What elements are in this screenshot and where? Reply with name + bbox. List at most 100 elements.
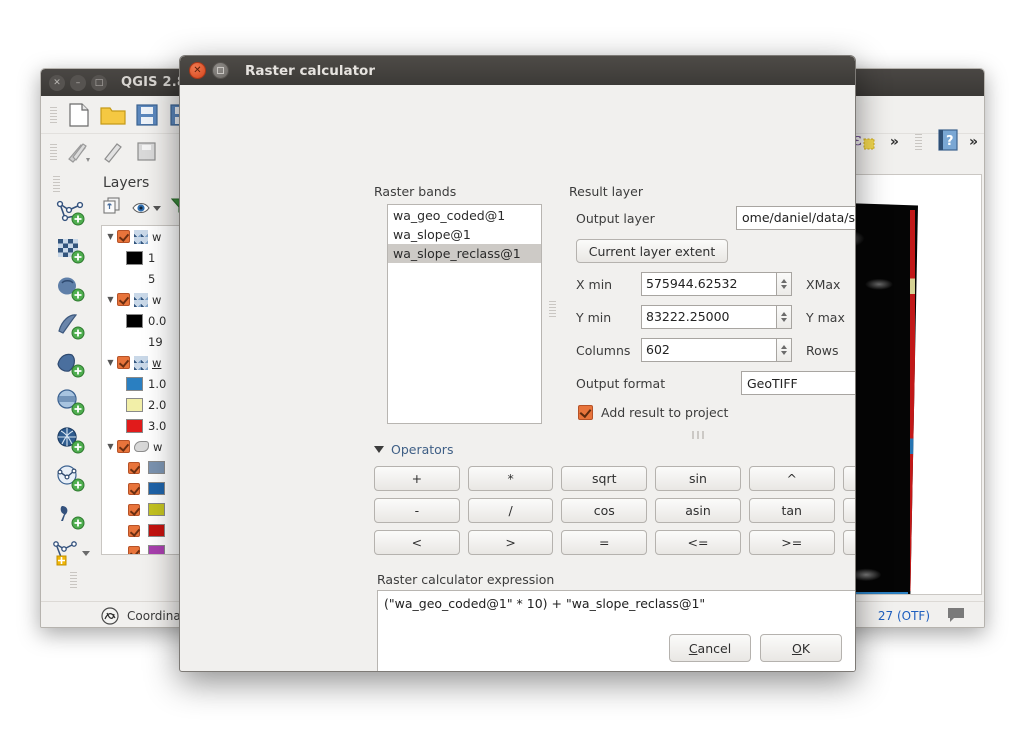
new-project-icon[interactable] bbox=[62, 100, 96, 130]
current-layer-extent-button[interactable]: Current layer extent bbox=[576, 239, 728, 263]
chevron-down-icon-2[interactable] bbox=[153, 205, 161, 211]
toolbar-grip-icon-4[interactable] bbox=[70, 572, 77, 588]
operator-button-sqrt[interactable]: sqrt bbox=[561, 466, 648, 491]
operator-button-divide[interactable]: / bbox=[467, 498, 554, 523]
operator-button-equals[interactable]: = bbox=[561, 530, 648, 555]
legend-visibility-checkbox[interactable] bbox=[128, 545, 140, 554]
dialog-splitter-handle[interactable] bbox=[687, 431, 709, 439]
operator-button-less-equal[interactable]: <= bbox=[655, 530, 741, 555]
x-min-stepper[interactable] bbox=[777, 272, 792, 296]
add-wms-layer-icon[interactable] bbox=[56, 388, 86, 420]
expander-icon[interactable]: ▼ bbox=[104, 295, 117, 304]
legend-swatch bbox=[148, 503, 165, 516]
dialog-maximize-icon[interactable] bbox=[212, 62, 229, 79]
toolbar-grip-icon[interactable] bbox=[50, 106, 57, 123]
new-shapefile-layer-icon[interactable] bbox=[52, 540, 90, 566]
crs-status-icon[interactable] bbox=[101, 606, 119, 625]
toolbar-overflow-icon[interactable]: » bbox=[890, 134, 899, 150]
operator-button-atan[interactable]: atan bbox=[842, 498, 855, 523]
expression-select-icon[interactable]: ε bbox=[853, 128, 879, 156]
columns-spinbox[interactable]: 602 bbox=[641, 338, 792, 362]
dialog-close-icon[interactable]: ✕ bbox=[189, 62, 206, 79]
output-layer-input[interactable]: ome/daniel/data/slope_geo_sect.tif bbox=[736, 206, 855, 230]
operator-button-less-than[interactable]: < bbox=[374, 530, 460, 555]
raster-bands-list[interactable]: wa_geo_coded@1 wa_slope@1 wa_slope_recla… bbox=[387, 204, 542, 424]
operator-button-minus[interactable]: - bbox=[374, 498, 460, 523]
manage-visibility-icon[interactable] bbox=[132, 200, 161, 216]
x-min-input[interactable]: 575944.62532 bbox=[641, 272, 777, 296]
legend-visibility-checkbox[interactable] bbox=[128, 524, 140, 537]
window-maximize-icon[interactable]: □ bbox=[91, 74, 107, 91]
add-postgis-layer-icon[interactable] bbox=[56, 274, 86, 306]
open-project-icon[interactable] bbox=[96, 100, 130, 130]
expander-icon[interactable]: ▼ bbox=[104, 358, 117, 367]
operator-button-greater-than[interactable]: > bbox=[467, 530, 554, 555]
y-min-input[interactable]: 83222.25000 bbox=[641, 305, 777, 329]
window-minimize-icon[interactable]: – bbox=[70, 74, 86, 91]
layer-visibility-checkbox[interactable] bbox=[117, 440, 130, 453]
layer-visibility-checkbox[interactable] bbox=[117, 230, 130, 243]
window-close-icon[interactable]: ✕ bbox=[49, 74, 65, 91]
add-delimited-text-layer-icon[interactable] bbox=[56, 502, 86, 534]
add-spatialite-layer-icon[interactable] bbox=[56, 312, 86, 344]
legend-label: 5 bbox=[148, 271, 156, 286]
cancel-button[interactable]: Cancel bbox=[669, 634, 751, 662]
chevron-down-icon[interactable] bbox=[82, 550, 90, 556]
expander-icon[interactable]: ▼ bbox=[104, 232, 117, 241]
toolbar-grip-icon-2[interactable] bbox=[50, 144, 57, 160]
y-min-spinbox[interactable]: 83222.25000 bbox=[641, 305, 792, 329]
add-result-to-project-row[interactable]: Add result to project bbox=[578, 405, 728, 420]
legend-visibility-checkbox[interactable] bbox=[128, 482, 140, 495]
cancel-mnemonic: C bbox=[688, 640, 698, 656]
add-vector-layer-icon[interactable] bbox=[56, 198, 86, 230]
messages-icon[interactable] bbox=[946, 606, 966, 626]
y-min-stepper[interactable] bbox=[777, 305, 792, 329]
current-edits-icon[interactable] bbox=[96, 137, 130, 167]
save-project-icon[interactable] bbox=[130, 100, 164, 130]
x-min-spinbox[interactable]: 575944.62532 bbox=[641, 272, 792, 296]
operator-button-acos[interactable]: acos bbox=[842, 466, 855, 491]
crs-label[interactable]: 27 (OTF) bbox=[878, 609, 930, 623]
output-format-combo[interactable]: GeoTIFF bbox=[741, 371, 855, 395]
add-raster-layer-icon[interactable] bbox=[56, 236, 86, 268]
output-format-label: Output format bbox=[576, 376, 666, 391]
operator-button-greater-equal[interactable]: >= bbox=[748, 530, 835, 555]
operator-button-plus[interactable]: + bbox=[374, 466, 460, 491]
add-wcs-layer-icon[interactable] bbox=[56, 426, 86, 458]
operator-button-tan[interactable]: tan bbox=[748, 498, 835, 523]
raster-band-item[interactable]: wa_geo_coded@1 bbox=[388, 206, 541, 225]
legend-swatch bbox=[126, 376, 143, 391]
operator-button-sin[interactable]: sin bbox=[655, 466, 741, 491]
raster-band-item[interactable]: wa_slope@1 bbox=[388, 225, 541, 244]
operators-header[interactable]: Operators bbox=[374, 442, 453, 457]
operator-button-asin[interactable]: asin bbox=[655, 498, 741, 523]
layer-visibility-checkbox[interactable] bbox=[117, 356, 130, 369]
toolbar-overflow-icon-2[interactable]: » bbox=[969, 134, 978, 150]
add-result-checkbox[interactable] bbox=[578, 405, 593, 420]
add-wfs-layer-icon[interactable] bbox=[56, 464, 86, 496]
raster-band-item-selected[interactable]: wa_slope_reclass@1 bbox=[388, 244, 541, 263]
dialog-titlebar[interactable]: ✕ Raster calculator bbox=[180, 56, 855, 85]
legend-visibility-checkbox[interactable] bbox=[128, 503, 140, 516]
save-layer-edits-icon[interactable] bbox=[130, 137, 164, 167]
legend-visibility-checkbox[interactable] bbox=[128, 461, 140, 474]
operator-button-cos[interactable]: cos bbox=[561, 498, 648, 523]
layer-visibility-checkbox[interactable] bbox=[117, 293, 130, 306]
toggle-editing-icon[interactable] bbox=[62, 137, 96, 167]
columns-input[interactable]: 602 bbox=[641, 338, 777, 362]
toolbar-grip-icon-5[interactable] bbox=[914, 134, 922, 150]
operator-button-multiply[interactable]: * bbox=[467, 466, 554, 491]
help-icon[interactable]: ? bbox=[938, 129, 958, 155]
operator-button-and[interactable]: AND bbox=[842, 530, 855, 555]
add-mssql-layer-icon[interactable] bbox=[56, 350, 86, 382]
add-group-icon[interactable] bbox=[103, 197, 122, 219]
triangle-down-icon[interactable] bbox=[374, 446, 384, 453]
expander-icon[interactable]: ▼ bbox=[104, 442, 117, 451]
add-result-label: Add result to project bbox=[601, 405, 729, 420]
toolbar-grip-icon-3[interactable] bbox=[53, 176, 60, 192]
panel-splitter-handle[interactable] bbox=[549, 301, 556, 319]
ok-button[interactable]: OK bbox=[760, 634, 842, 662]
raster-layer-icon bbox=[134, 229, 148, 244]
columns-stepper[interactable] bbox=[777, 338, 792, 362]
operator-button-power[interactable]: ^ bbox=[748, 466, 835, 491]
